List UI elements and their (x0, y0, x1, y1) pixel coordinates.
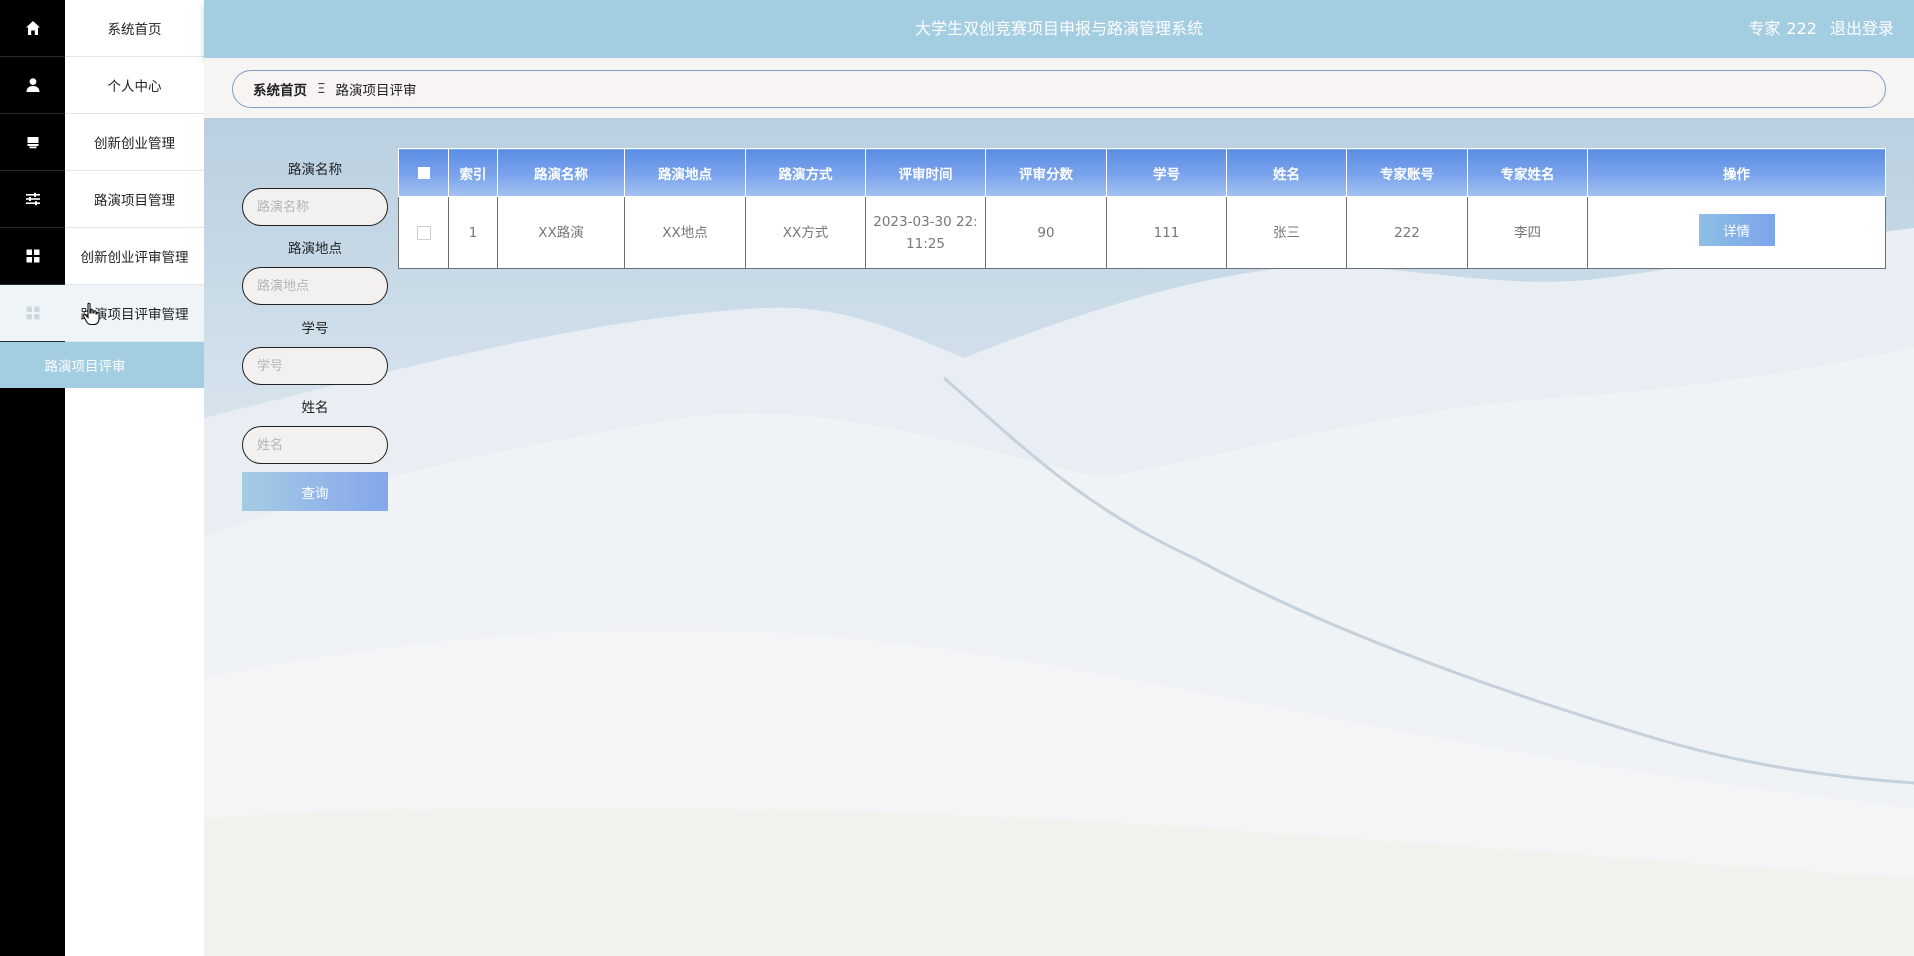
cell-roadshow-method: XX方式 (745, 196, 866, 269)
cell-review-score: 90 (985, 196, 1107, 269)
rail-item-innovation[interactable] (0, 114, 65, 171)
column-header-review-score: 评审分数 (985, 148, 1107, 197)
column-header-roadshow-name: 路演名称 (497, 148, 625, 197)
column-header-review-time: 评审时间 (865, 148, 986, 197)
home-icon (25, 21, 40, 35)
cell-expert-account: 222 (1346, 196, 1468, 269)
column-header-expert-account: 专家账号 (1346, 148, 1468, 197)
detail-button[interactable]: 详情 (1698, 213, 1775, 246)
sidebar-item-profile[interactable]: 个人中心 (65, 57, 204, 114)
app-title: 大学生双创竞赛项目申报与路演管理系统 (914, 19, 1203, 38)
rail-item-roadshow[interactable] (0, 171, 65, 228)
hand-pointer-cursor-icon (82, 302, 100, 326)
column-header-roadshow-location: 路演地点 (624, 148, 746, 197)
rail-item-roadshow-review[interactable] (0, 285, 65, 342)
grid-icon (26, 306, 39, 320)
column-header-student-id: 学号 (1106, 148, 1227, 197)
cell-actions: 详情 (1587, 196, 1886, 269)
submenu-item-roadshow-review[interactable]: 路演项目评审 (0, 342, 204, 388)
logout-link[interactable]: 退出登录 (1830, 19, 1894, 38)
sidebar-item-label: 个人中心 (107, 79, 162, 95)
breadcrumb-separator-icon: Ξ (317, 81, 326, 97)
user-area: 专家 222 退出登录 (1740, 0, 1894, 58)
box-icon (27, 137, 38, 149)
search-button[interactable]: 查询 (242, 472, 388, 511)
cell-review-time: 2023-03-30 22:11:25 (865, 196, 986, 269)
sidebar-icon-rail (0, 0, 65, 956)
column-header-actions: 操作 (1587, 148, 1886, 197)
breadcrumb-current: 路演项目评审 (335, 83, 417, 99)
select-all-checkbox[interactable] (398, 148, 449, 197)
review-table: 索引 路演名称 路演地点 路演方式 评审时间 评审分数 学号 姓名 专家账号 专… (398, 148, 1886, 269)
sidebar-item-innovation[interactable]: 创新创业管理 (65, 114, 204, 171)
search-input-name[interactable] (242, 426, 388, 464)
checkbox-icon (417, 166, 430, 179)
search-label-roadshow-location: 路演地点 (288, 241, 342, 257)
cell-roadshow-name: XX路演 (497, 196, 625, 269)
user-role: 专家 (1748, 19, 1781, 38)
column-header-name: 姓名 (1226, 148, 1347, 197)
row-select-checkbox[interactable] (398, 196, 449, 269)
rail-item-home[interactable] (0, 0, 65, 57)
sidebar-item-label: 创新创业管理 (94, 136, 175, 152)
top-header: 大学生双创竞赛项目申报与路演管理系统 专家 222 退出登录 (204, 0, 1914, 58)
breadcrumb-home-link[interactable]: 系统首页 (253, 79, 307, 99)
cell-index: 1 (448, 196, 498, 269)
breadcrumb-strip: 系统首页 Ξ 路演项目评审 (204, 58, 1914, 118)
table-header-row: 索引 路演名称 路演地点 路演方式 评审时间 评审分数 学号 姓名 专家账号 专… (398, 148, 1886, 197)
cell-student-id: 111 (1106, 196, 1227, 269)
table-row: 1 XX路演 XX地点 XX方式 2023-03-30 22:11:25 90 … (398, 196, 1886, 269)
rail-item-profile[interactable] (0, 57, 65, 114)
column-header-index: 索引 (448, 148, 498, 197)
sidebar-item-label: 创新创业评审管理 (80, 250, 189, 266)
sidebar-item-label: 路演项目管理 (94, 193, 175, 209)
breadcrumb: 系统首页 Ξ 路演项目评审 (232, 70, 1886, 108)
cell-roadshow-location: XX地点 (624, 196, 746, 269)
user-icon (26, 78, 39, 92)
search-input-roadshow-location[interactable] (242, 267, 388, 305)
grid-icon (26, 249, 39, 263)
sidebar-menu: 系统首页 个人中心 创新创业管理 路演项目管理 创新创业评审管理 路演项目评审管… (65, 0, 204, 956)
search-label-roadshow-name: 路演名称 (288, 162, 342, 178)
column-header-expert-name: 专家姓名 (1467, 148, 1588, 197)
sidebar-item-innovation-review[interactable]: 创新创业评审管理 (65, 228, 204, 285)
user-account: 222 (1786, 19, 1817, 38)
column-header-roadshow-method: 路演方式 (745, 148, 866, 197)
submenu-item-label: 路演项目评审 (44, 359, 126, 375)
search-input-student-id[interactable] (242, 347, 388, 385)
cell-expert-name: 李四 (1467, 196, 1588, 269)
sliders-icon (25, 192, 40, 206)
sidebar-item-roadshow[interactable]: 路演项目管理 (65, 171, 204, 228)
search-label-student-id: 学号 (301, 321, 329, 337)
search-label-name: 姓名 (301, 400, 329, 416)
checkbox-icon (416, 225, 431, 240)
sidebar-item-label: 系统首页 (107, 22, 162, 38)
cell-name: 张三 (1226, 196, 1347, 269)
search-input-roadshow-name[interactable] (242, 188, 388, 226)
sidebar-item-home[interactable]: 系统首页 (65, 0, 204, 57)
rail-item-innovation-review[interactable] (0, 228, 65, 285)
